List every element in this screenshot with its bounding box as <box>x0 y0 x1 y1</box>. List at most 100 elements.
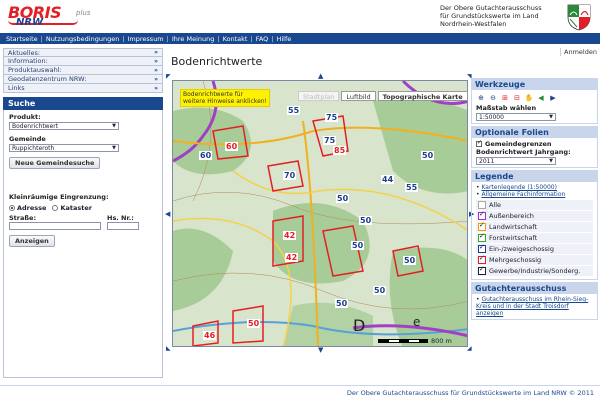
dropdown-arrow-icon: ▼ <box>112 123 116 129</box>
legend-checkbox[interactable] <box>478 232 486 242</box>
zoom-window-icon[interactable]: ⊟ <box>512 93 522 103</box>
product-select[interactable]: Bodenrichtwert ▼ <box>9 122 119 130</box>
accordion-geodatenzentrum[interactable]: Geodatenzentrum NRW: » <box>3 75 163 84</box>
value-marker[interactable]: 42 <box>283 231 297 240</box>
accordion-links[interactable]: Links » <box>3 84 163 93</box>
value-marker[interactable]: 75 <box>323 136 337 145</box>
legend-row-alle[interactable]: Alle <box>476 200 593 211</box>
zoom-in-icon[interactable]: ⊕ <box>476 93 486 103</box>
legend-link-kartenlegende[interactable]: Kartenlegende (1:50000) <box>481 184 557 191</box>
nav-startseite[interactable]: Startseite <box>6 35 38 43</box>
legend-label: Landwirtschaft <box>489 223 537 231</box>
value-marker[interactable]: 55 <box>405 183 419 192</box>
gutachter-title: Gutachterausschuss <box>471 282 598 294</box>
pan-south-icon[interactable]: ▼ <box>318 346 323 354</box>
nav-nutzungsbedingungen[interactable]: Nutzungsbedingungen <box>46 35 119 43</box>
previous-view-icon[interactable]: ◀ <box>536 93 546 103</box>
nav-impressum[interactable]: Impressum <box>128 35 164 43</box>
legend-checkbox[interactable] <box>478 221 486 231</box>
accordion-produktauswahl[interactable]: Produktauswahl: » <box>3 66 163 75</box>
boris-logo[interactable]: BORIS plus NRW <box>8 3 128 31</box>
value-marker[interactable]: 60 <box>225 142 239 151</box>
legend-row-ein-zweigeschossig[interactable]: Ein-/zweigeschossig <box>476 243 593 255</box>
legend-link-row: • Kartenlegende (1:50000) <box>476 184 557 191</box>
legend-checkbox[interactable] <box>478 210 486 220</box>
pan-northwest-icon[interactable]: ◤ <box>166 73 171 80</box>
value-marker[interactable]: 42 <box>285 253 299 262</box>
radio-address[interactable] <box>9 205 15 211</box>
street-input[interactable] <box>9 222 101 230</box>
chevron-right-icon: » <box>154 49 158 56</box>
legend-link-row: • Allgemeine Fachinformation <box>476 191 566 198</box>
legend-label: Außenbereich <box>489 212 534 220</box>
pan-north-icon[interactable]: ▲ <box>318 72 323 80</box>
pan-southwest-icon[interactable]: ◣ <box>166 345 171 352</box>
zoom-box-icon[interactable]: ⊞ <box>500 93 510 103</box>
legend-row-gewerbe[interactable]: Gewerbe/Industrie/Sonderg. <box>476 265 593 277</box>
gutachter-link[interactable]: Gutachterausschuss im Rhein-Sieg-Kreis u… <box>476 296 588 317</box>
value-marker[interactable]: 50 <box>335 299 349 308</box>
next-view-icon[interactable]: ▶ <box>548 93 558 103</box>
value-marker[interactable]: 46 <box>203 331 217 340</box>
value-marker[interactable]: 50 <box>373 286 387 295</box>
legend-label: Alle <box>489 201 502 209</box>
scale-select[interactable]: 1:50000 ▼ <box>476 113 556 121</box>
new-municipality-search-button[interactable]: Neue Gemeindesuche <box>9 157 101 169</box>
pan-west-icon[interactable]: ◀ <box>165 210 170 218</box>
value-marker[interactable]: 60 <box>199 151 213 160</box>
chevron-right-icon: » <box>154 66 158 74</box>
zoom-out-icon[interactable]: ⊖ <box>488 93 498 103</box>
login-link[interactable]: Anmelden <box>560 48 597 56</box>
year-select[interactable]: 2011 ▼ <box>476 157 556 165</box>
tab-stadtplan[interactable]: Stadtplan <box>298 91 340 101</box>
value-marker[interactable]: 50 <box>336 194 350 203</box>
municipal-borders-label: Gemeindegrenzen <box>485 140 552 148</box>
value-marker[interactable]: 50 <box>359 216 373 225</box>
map-hint-tooltip: Bodenrichtwerte für weitere Hinweise ank… <box>180 89 270 107</box>
value-marker[interactable]: 70 <box>283 171 297 180</box>
nav-kontakt[interactable]: Kontakt <box>223 35 248 43</box>
tab-luftbild[interactable]: Luftbild <box>341 91 376 101</box>
accordion-label: Aktuelles: <box>8 48 41 57</box>
legend-link-fachinformation[interactable]: Allgemeine Fachinformation <box>481 191 565 198</box>
legend-row-aussenbereich[interactable]: Außenbereich <box>476 210 593 222</box>
municipal-borders-checkbox[interactable] <box>476 139 482 147</box>
value-marker[interactable]: 85 <box>333 146 347 155</box>
chevron-right-icon: » <box>154 84 158 92</box>
nav-faq[interactable]: FAQ <box>256 35 269 43</box>
legend-checkbox[interactable] <box>478 201 486 209</box>
legend-row-forstwirtschaft[interactable]: Forstwirtschaft <box>476 232 593 244</box>
legend-checkbox[interactable] <box>478 265 486 275</box>
value-marker[interactable]: 50 <box>403 256 417 265</box>
organization-name: Der Obere Gutachterausschuss für Grundst… <box>440 4 558 28</box>
value-marker[interactable]: 44 <box>381 175 395 184</box>
legend-row-landwirtschaft[interactable]: Landwirtschaft <box>476 221 593 233</box>
topographic-map: D e <box>173 81 467 346</box>
accordion-aktuelles[interactable]: Aktuelles: » <box>3 48 163 57</box>
nav-separator: | <box>40 34 43 43</box>
scale-bar-label: 800 m <box>431 337 452 345</box>
tab-topographische-karte[interactable]: Topographische Karte <box>377 91 468 101</box>
search-panel: Produkt: Bodenrichtwert ▼ Gemeinde Ruppic… <box>3 110 163 378</box>
legend-checkbox[interactable] <box>478 254 486 264</box>
value-marker[interactable]: 55 <box>287 106 301 115</box>
search-panel-title: Suche <box>3 97 163 110</box>
tools-title: Werkzeuge <box>471 78 598 90</box>
municipality-select[interactable]: Ruppichteroth ▼ <box>9 144 119 152</box>
value-marker[interactable]: 50 <box>247 319 261 328</box>
org-line-2: für Grundstückswerte im Land <box>440 12 539 20</box>
value-marker[interactable]: 50 <box>351 241 365 250</box>
optional-layers-panel: Gemeindegrenzen Bodenrichtwert Jahrgang:… <box>471 138 598 168</box>
accordion-information[interactable]: Information: » <box>3 57 163 66</box>
radio-cadastre[interactable] <box>52 205 59 211</box>
legend-row-mehrgeschossig[interactable]: Mehrgeschossig <box>476 254 593 266</box>
value-marker[interactable]: 50 <box>421 151 435 160</box>
value-marker[interactable]: 75 <box>325 113 339 122</box>
nav-hilfe[interactable]: Hilfe <box>276 35 291 43</box>
legend-checkbox[interactable] <box>478 243 486 253</box>
pan-hand-icon[interactable]: ✋ <box>524 93 534 103</box>
show-button[interactable]: Anzeigen <box>9 235 55 247</box>
map-canvas[interactable]: D e 55 75 60 60 75 85 50 70 50 44 55 50 … <box>172 80 468 347</box>
nav-ihre-meinung[interactable]: Ihre Meinung <box>172 35 215 43</box>
house-number-input[interactable] <box>107 222 139 230</box>
